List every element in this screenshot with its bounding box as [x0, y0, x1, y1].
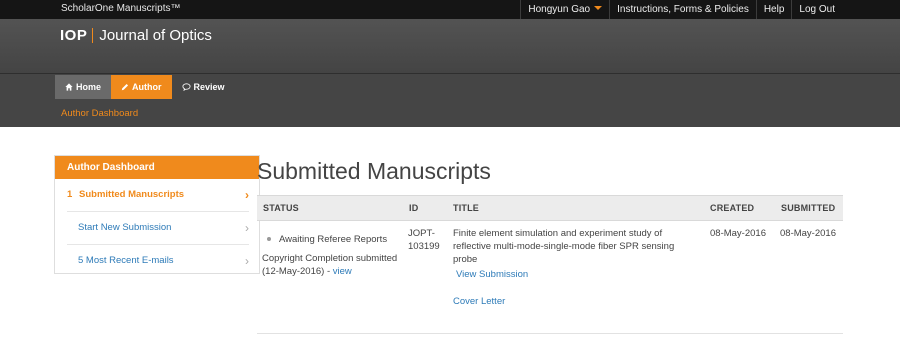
- status-note: Copyright Completion submitted (12-May-2…: [257, 252, 405, 278]
- column-header-status: STATUS: [263, 203, 299, 213]
- submitted-date: 08-May-2016: [780, 228, 836, 239]
- table-row: Awaiting Referee Reports Copyright Compl…: [257, 221, 843, 334]
- column-header-title: TITLE: [453, 203, 479, 213]
- status-text: Awaiting Referee Reports: [279, 234, 388, 245]
- sidebar-item-count: 1: [67, 189, 73, 200]
- sidebar-item-submitted-manuscripts[interactable]: 1 Submitted Manuscripts ›: [67, 179, 249, 211]
- column-header-created: CREATED: [710, 203, 755, 213]
- column-header-submitted: SUBMITTED: [781, 203, 836, 213]
- column-header-id: ID: [409, 203, 419, 213]
- sidebar-title: Author Dashboard: [55, 156, 259, 179]
- chevron-right-icon: ›: [245, 221, 249, 235]
- brand-name[interactable]: ScholarOne Manuscripts™: [61, 3, 181, 14]
- logout-link[interactable]: Log Out: [791, 0, 842, 19]
- help-link[interactable]: Help: [755, 0, 792, 19]
- tab-home[interactable]: Home: [55, 75, 112, 99]
- tab-review[interactable]: Review: [172, 75, 235, 99]
- sidebar-item-label: 5 Most Recent E-mails: [78, 255, 174, 266]
- home-icon: [65, 83, 73, 91]
- tab-home-label: Home: [76, 82, 102, 92]
- journal-logo[interactable]: IOP Journal of Optics: [60, 25, 212, 45]
- chevron-right-icon: ›: [245, 188, 249, 202]
- manuscript-id: JOPT-103199: [408, 228, 440, 252]
- sidebar-item-label: Submitted Manuscripts: [79, 189, 185, 200]
- status-note-text: Copyright Completion submitted (12-May-2…: [262, 253, 398, 277]
- title-cell: Finite element simulation and experiment…: [453, 227, 688, 308]
- top-bar: ScholarOne Manuscripts™ Hongyun Gao Inst…: [0, 0, 900, 19]
- chevron-right-icon: ›: [245, 254, 249, 268]
- journal-header: IOP Journal of Optics: [0, 19, 900, 74]
- manuscripts-table: STATUS ID TITLE CREATED SUBMITTED Awaiti…: [257, 195, 843, 334]
- bullet-icon: [267, 237, 271, 242]
- sidebar: Author Dashboard 1 Submitted Manuscripts …: [54, 155, 260, 274]
- cover-letter-link[interactable]: Cover Letter: [453, 295, 688, 308]
- instructions-link[interactable]: Instructions, Forms & Policies: [609, 0, 756, 19]
- tab-review-label: Review: [193, 82, 225, 92]
- iop-logo-text: IOP: [60, 26, 88, 44]
- manuscript-title: Finite element simulation and experiment…: [453, 228, 675, 265]
- user-name: Hongyun Gao: [528, 4, 591, 15]
- breadcrumb-author-dashboard[interactable]: Author Dashboard: [61, 108, 138, 119]
- user-menu[interactable]: Hongyun Gao: [520, 0, 609, 19]
- sidebar-item-label: Start New Submission: [78, 222, 172, 233]
- created-date: 08-May-2016: [710, 228, 766, 239]
- main-nav: Home Author Review Author Dashboard: [0, 74, 900, 127]
- nav-tabs: Home Author Review: [55, 75, 235, 99]
- view-copyright-link[interactable]: view: [333, 266, 352, 277]
- status-cell: Awaiting Referee Reports Copyright Compl…: [257, 233, 405, 278]
- pencil-icon: [121, 83, 129, 90]
- status-line: Awaiting Referee Reports: [257, 233, 405, 246]
- logo-divider: [92, 27, 94, 43]
- caret-down-icon: [594, 6, 603, 11]
- sidebar-item-start-new-submission[interactable]: Start New Submission ›: [67, 211, 249, 244]
- comment-icon: [182, 83, 191, 91]
- top-nav: Hongyun Gao Instructions, Forms & Polici…: [520, 0, 842, 19]
- journal-title: Journal of Optics: [99, 26, 212, 44]
- tab-author[interactable]: Author: [111, 75, 172, 99]
- table-header: STATUS ID TITLE CREATED SUBMITTED: [257, 195, 843, 221]
- page-title: Submitted Manuscripts: [257, 158, 491, 184]
- tab-author-label: Author: [132, 82, 162, 92]
- sidebar-item-recent-emails[interactable]: 5 Most Recent E-mails ›: [67, 244, 249, 277]
- view-submission-link[interactable]: View Submission: [453, 268, 688, 281]
